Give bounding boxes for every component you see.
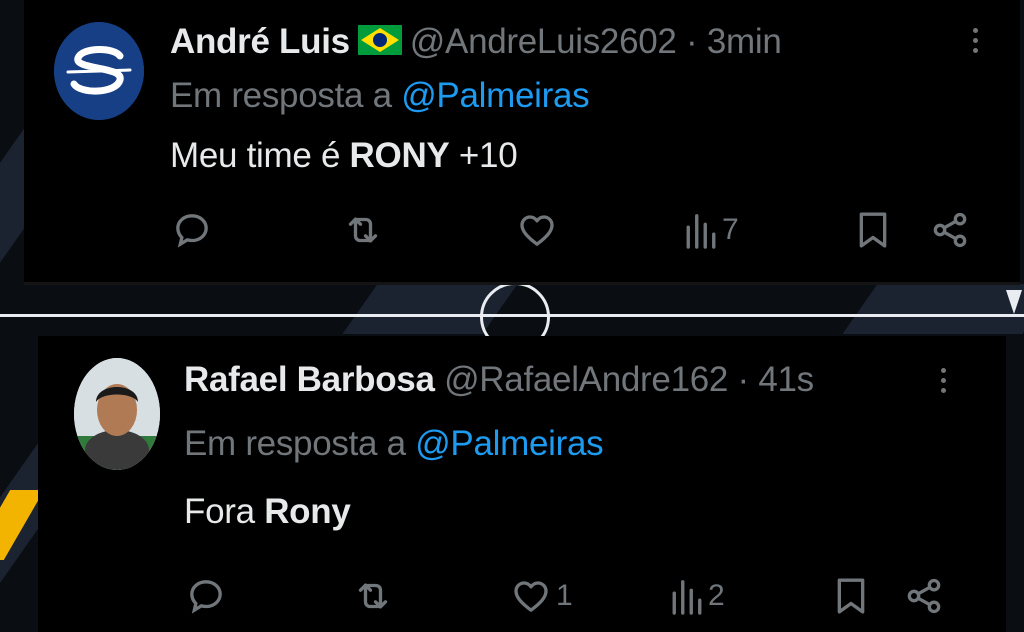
separator: · [686,22,698,61]
bookmark-button[interactable] [834,576,868,616]
tweet-card[interactable]: Rafael Barbosa @RafaelAndre162 · 41s Em … [38,336,1006,632]
reply-icon [190,580,222,614]
share-button[interactable] [904,576,944,616]
avatar[interactable] [54,22,144,120]
heart-icon [514,581,548,612]
author-handle[interactable]: @AndreLuis2602 [410,22,677,61]
more-options-icon[interactable] [941,368,947,398]
tweet-text-bold: Rony [264,492,351,531]
retweet-icon [348,217,378,243]
reply-button[interactable] [172,210,216,250]
background-stripe [842,284,1024,334]
reply-context: Em resposta a @Palmeiras [184,424,604,464]
share-button[interactable] [930,210,970,250]
retweet-button[interactable] [342,210,388,250]
reply-mention-link[interactable]: @Palmeiras [415,424,603,463]
timestamp[interactable]: 3min [707,22,782,61]
avatar[interactable] [74,358,160,470]
tweet-text-bold: RONY [349,136,450,175]
tweet-text-part: Meu time é [170,136,350,175]
retweet-button[interactable] [352,576,398,616]
views-icon [672,580,702,615]
logo-s-icon [54,22,144,120]
reply-prefix: Em resposta a [184,424,406,463]
tweet-text-part: Fora [184,492,265,531]
author-name[interactable]: Rafael Barbosa [184,360,435,399]
reply-context: Em resposta a @Palmeiras [170,76,590,116]
tweet-header: André Luis @AndreLuis2602 · 3min [170,22,782,64]
like-button[interactable] [516,210,562,250]
tweet-text: Fora Rony [184,492,351,532]
profile-photo-icon [74,358,160,470]
separator: · [737,360,750,399]
reply-prefix: Em resposta a [170,76,392,115]
tweet-text-part: +10 [449,136,518,175]
bookmark-icon [859,212,887,248]
views-button[interactable]: 7 [684,210,739,250]
tweet-header: Rafael Barbosa @RafaelAndre162 · 41s [184,360,814,400]
author-name[interactable]: André Luis [170,22,350,61]
like-button[interactable]: 1 [510,576,573,616]
reply-button[interactable] [186,576,230,616]
brazil-flag-icon [357,24,402,64]
share-icon [907,578,941,614]
like-count: 1 [556,579,573,612]
reply-mention-link[interactable]: @Palmeiras [401,76,589,115]
views-count: 2 [708,579,725,612]
background-wedge [1006,290,1022,314]
views-count: 7 [722,213,739,246]
reply-icon [176,214,208,248]
timestamp[interactable]: 41s [758,360,814,399]
more-options-icon[interactable] [973,28,979,58]
bookmark-button[interactable] [856,210,890,250]
author-handle[interactable]: @RafaelAndre162 [444,360,728,399]
share-icon [933,212,967,248]
bookmark-icon [837,578,865,614]
heart-icon [520,215,554,246]
retweet-icon [358,583,388,609]
views-icon [686,214,716,249]
tweet-card[interactable]: André Luis @AndreLuis2602 · 3min Em respo… [24,0,1020,285]
views-button[interactable]: 2 [670,576,725,616]
tweet-text: Meu time é RONY +10 [170,136,518,176]
